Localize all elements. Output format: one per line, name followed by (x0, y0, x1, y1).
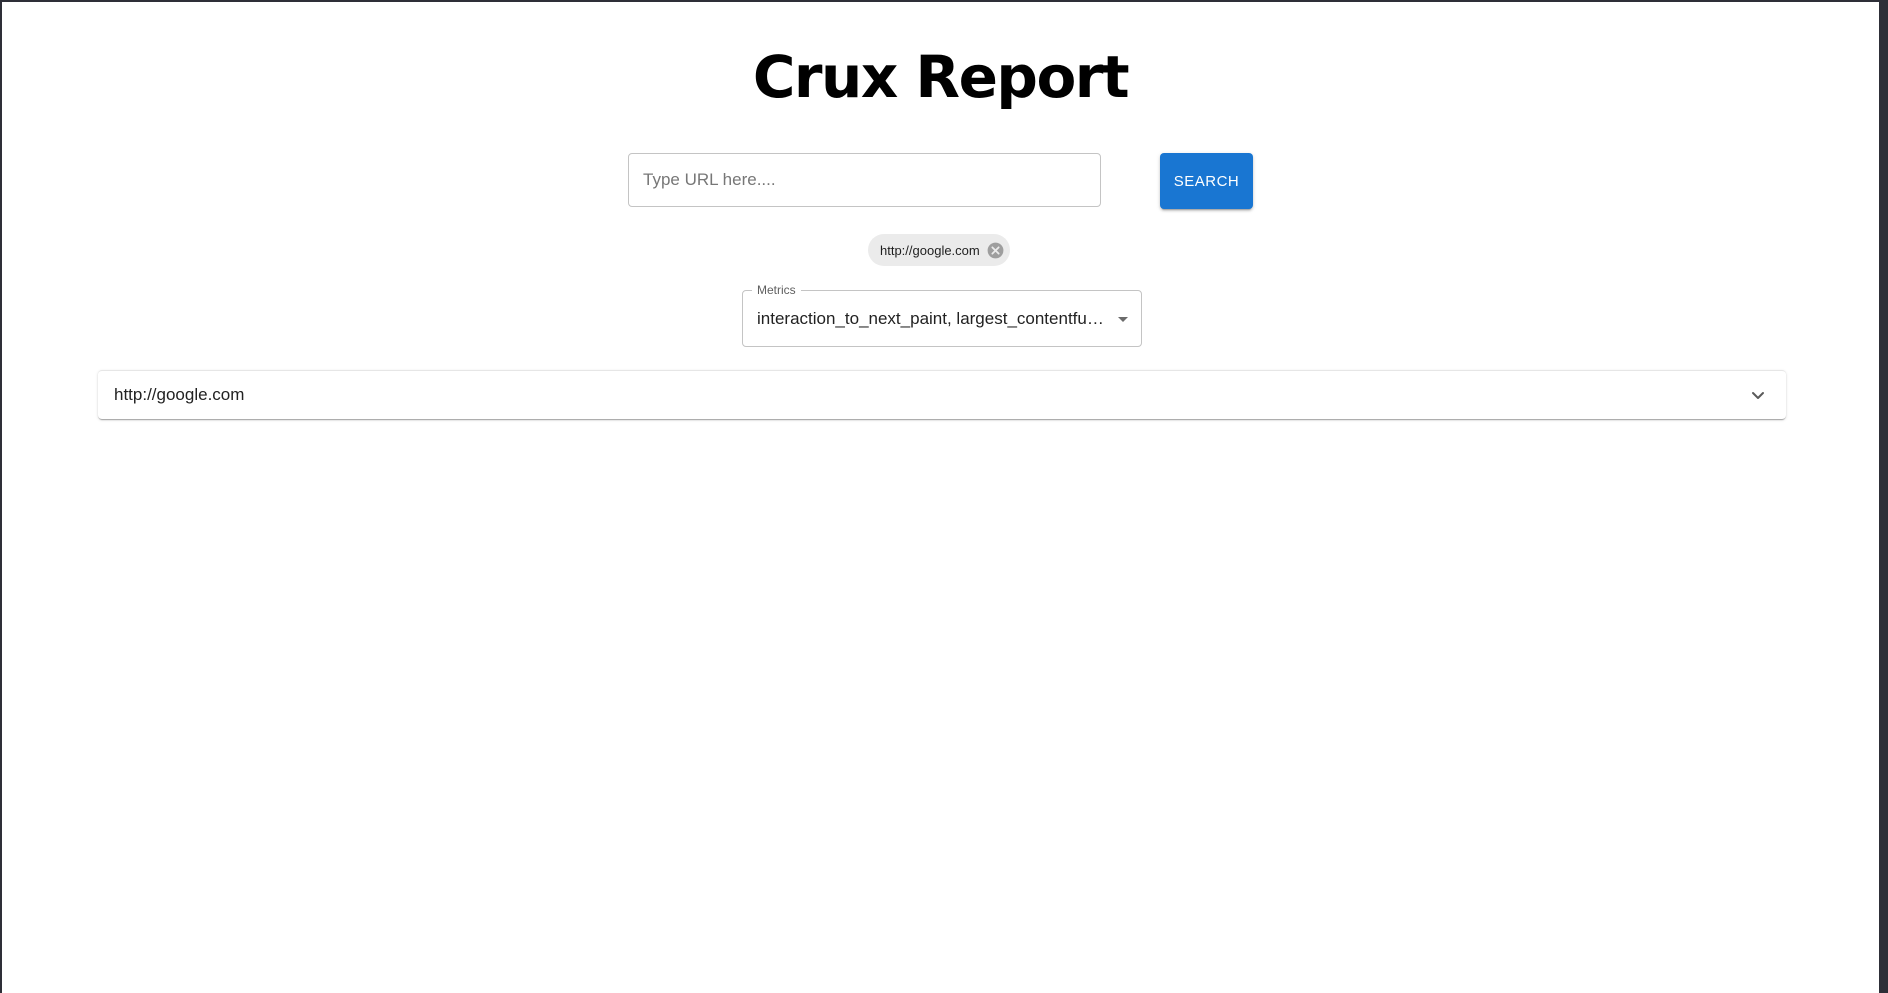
url-search-input[interactable] (628, 153, 1101, 207)
metrics-select[interactable]: Metrics interaction_to_next_paint, large… (742, 282, 1142, 347)
url-chip-label: http://google.com (880, 242, 980, 258)
app-window: Crux Report SEARCH http://google.com Met… (2, 2, 1879, 993)
page-title: Crux Report (752, 43, 1130, 111)
url-chip: http://google.com (868, 234, 1010, 266)
result-accordion[interactable]: http://google.com (98, 370, 1786, 419)
cancel-circle-icon[interactable] (986, 240, 1006, 260)
accordion-title: http://google.com (114, 385, 245, 404)
metrics-select-value: interaction_to_next_paint, largest_conte… (757, 309, 1107, 328)
search-button[interactable]: SEARCH (1160, 153, 1253, 209)
expand-more-icon (1752, 392, 1764, 399)
arrow-drop-down-icon (1118, 317, 1128, 322)
